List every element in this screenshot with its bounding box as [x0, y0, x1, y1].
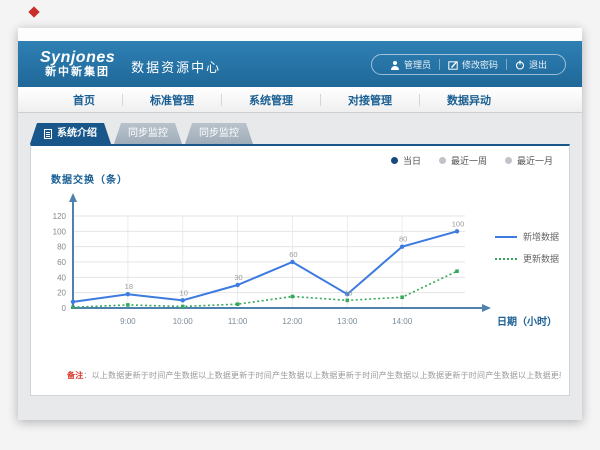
data-point — [455, 229, 459, 233]
series-legend: 新增数据 更新数据 — [495, 230, 559, 265]
app-window: Synjones 新中新集团 数据资源中心 管理员 修改密码 退出 首页 标准管… — [18, 28, 582, 420]
data-point — [71, 305, 75, 309]
filter-last-week[interactable]: 最近一周 — [439, 154, 487, 167]
nav-item-home[interactable]: 首页 — [46, 92, 122, 108]
y-tick-label: 0 — [62, 304, 67, 313]
x-tick-label: 12:00 — [282, 317, 303, 326]
filter-last-month[interactable]: 最近一月 — [505, 154, 553, 167]
main-nav: 首页 标准管理 系统管理 对接管理 数据异动 — [18, 87, 582, 113]
logo-text-cn: 新中新集团 — [45, 67, 110, 79]
tab-label: 系统介绍 — [57, 123, 97, 144]
radio-dot-icon — [391, 157, 398, 164]
line-chart: 0 20 40 60 80 100 120 9:00 10:00 11:00 12:00 13:00 1… — [39, 188, 559, 338]
data-point-label: 10 — [344, 288, 352, 297]
edit-icon — [448, 60, 458, 70]
logout-button[interactable]: 退出 — [507, 58, 555, 71]
legend-updated-data[interactable]: 更新数据 — [495, 252, 559, 265]
tab-system-intro[interactable]: 系统介绍 — [30, 123, 111, 144]
footnote: 备注：以上数据更新于时间产生数据以上数据更新于时间产生数据以上数据更新于时间产生… — [67, 370, 561, 381]
admin-label: 管理员 — [404, 58, 431, 71]
user-controls: 管理员 修改密码 退出 — [371, 54, 566, 75]
data-point — [400, 244, 404, 248]
data-point — [291, 295, 295, 299]
x-axis-title: 日期（小时） — [497, 315, 557, 328]
data-point-label: 80 — [399, 235, 407, 244]
data-point-label: 10 — [180, 288, 188, 297]
data-point — [345, 299, 349, 303]
y-tick-label: 40 — [57, 273, 66, 282]
y-axis-arrow-icon — [69, 193, 77, 202]
data-point — [290, 260, 294, 264]
footnote-text: ：以上数据更新于时间产生数据以上数据更新于时间产生数据以上数据更新于时间产生数据… — [83, 371, 561, 380]
nav-item-interface-mgmt[interactable]: 对接管理 — [321, 92, 419, 108]
y-tick-label: 100 — [53, 227, 67, 236]
filter-label: 最近一周 — [451, 154, 487, 167]
tab-bar: 系统介绍 同步监控 同步监控 — [30, 123, 582, 144]
logout-label: 退出 — [529, 58, 547, 71]
logo-text-en: Synjones — [40, 50, 115, 67]
blue-line-swatch-icon — [495, 236, 517, 238]
x-tick-label: 10:00 — [173, 317, 194, 326]
chart-panel: 当日 最近一周 最近一月 数据交换（条） 0 20 40 60 80 100 120 9:00… — [30, 144, 570, 396]
data-point — [126, 303, 130, 307]
page-title: 数据资源中心 — [131, 57, 221, 76]
y-tick-label: 60 — [57, 258, 66, 267]
data-point — [236, 302, 240, 306]
data-point — [400, 295, 404, 299]
data-point — [235, 283, 239, 287]
legend-new-data[interactable]: 新增数据 — [495, 230, 559, 243]
x-tick-label: 9:00 — [120, 317, 136, 326]
tab-sync-monitor-1[interactable]: 同步监控 — [114, 123, 182, 144]
x-axis-arrow-icon — [482, 304, 491, 312]
data-point — [71, 300, 75, 304]
data-point — [455, 269, 459, 273]
change-password-button[interactable]: 修改密码 — [440, 58, 506, 71]
radio-dot-icon — [505, 157, 512, 164]
power-icon — [515, 60, 525, 70]
tab-label: 同步监控 — [128, 123, 168, 144]
y-tick-label: 20 — [57, 289, 66, 298]
data-point-label: 18 — [125, 282, 133, 291]
radio-dot-icon — [439, 157, 446, 164]
footnote-prefix: 备注 — [67, 371, 83, 380]
nav-item-system-mgmt[interactable]: 系统管理 — [222, 92, 320, 108]
x-tick-label: 11:00 — [228, 317, 248, 326]
brand-mark — [28, 6, 39, 17]
app-header: Synjones 新中新集团 数据资源中心 管理员 修改密码 退出 — [18, 41, 582, 87]
data-point — [126, 292, 130, 296]
data-point-label: 30 — [234, 273, 242, 282]
filter-label: 当日 — [403, 154, 421, 167]
user-icon — [390, 60, 400, 70]
x-tick-label: 14:00 — [392, 317, 413, 326]
data-point-label: 60 — [289, 250, 297, 259]
content-area: 系统介绍 同步监控 同步监控 当日 最近一周 — [18, 113, 582, 420]
tab-sync-monitor-2[interactable]: 同步监控 — [185, 123, 253, 144]
tab-label: 同步监控 — [199, 123, 239, 144]
data-point — [181, 305, 185, 309]
series-label: 更新数据 — [523, 252, 559, 265]
document-icon — [44, 129, 52, 139]
data-point — [181, 298, 185, 302]
data-point-label: 100 — [452, 219, 465, 228]
time-range-filter: 当日 最近一周 最近一月 — [391, 154, 553, 167]
green-line-swatch-icon — [495, 258, 517, 260]
change-password-label: 修改密码 — [462, 58, 498, 71]
nav-item-standard-mgmt[interactable]: 标准管理 — [123, 92, 221, 108]
filter-label: 最近一月 — [517, 154, 553, 167]
nav-item-data-change[interactable]: 数据异动 — [420, 92, 518, 108]
series-label: 新增数据 — [523, 230, 559, 243]
x-tick-label: 13:00 — [337, 317, 358, 326]
window-top-strip — [18, 28, 582, 41]
y-tick-label: 120 — [53, 212, 67, 221]
admin-button[interactable]: 管理员 — [382, 58, 439, 71]
y-tick-label: 80 — [57, 243, 66, 252]
y-axis-title: 数据交换（条） — [51, 171, 128, 186]
filter-today[interactable]: 当日 — [391, 154, 421, 167]
company-logo: Synjones 新中新集团 — [40, 50, 115, 78]
